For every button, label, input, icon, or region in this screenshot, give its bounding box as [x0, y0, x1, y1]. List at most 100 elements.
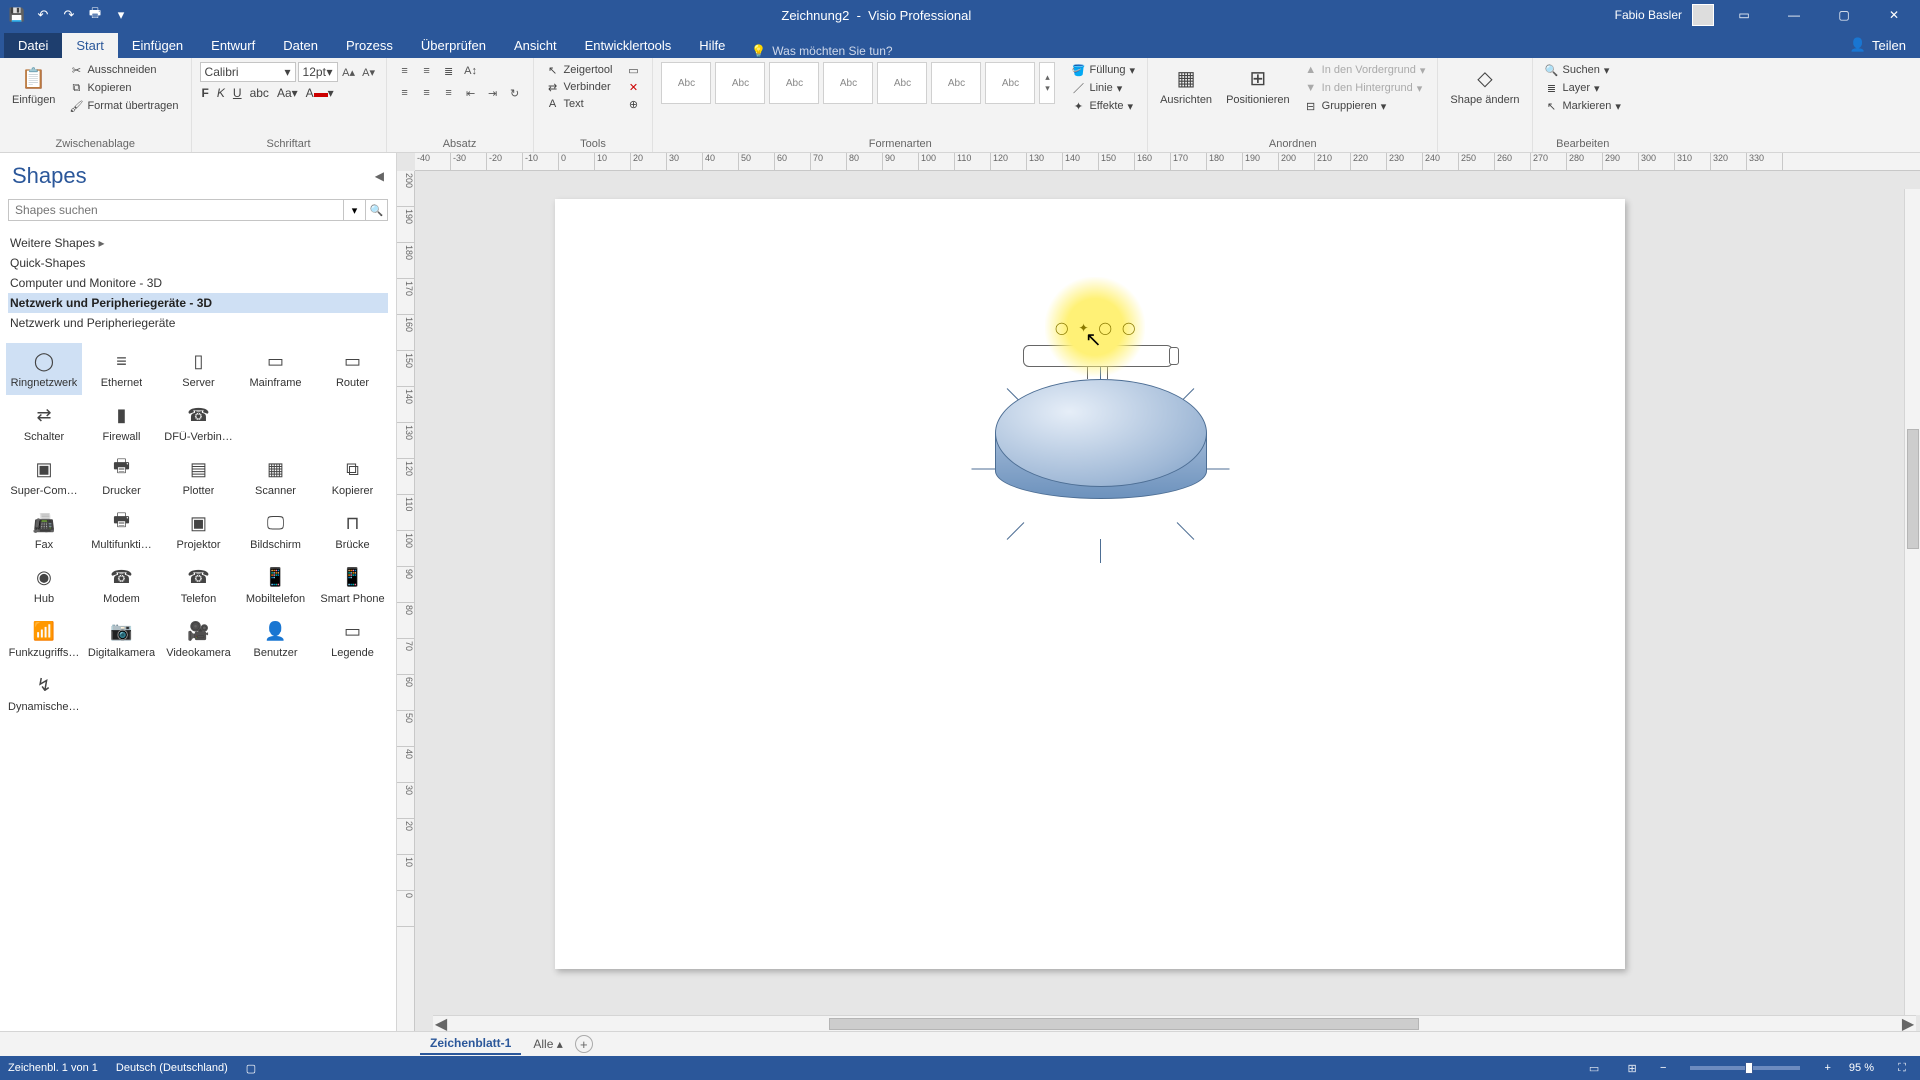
- find-button[interactable]: 🔍Suchen ▾: [1541, 62, 1625, 78]
- shapes-search-input[interactable]: [8, 199, 344, 221]
- font-name-combo[interactable]: Calibri▾: [200, 62, 296, 82]
- macro-record-icon[interactable]: ▢: [246, 1062, 256, 1075]
- shape-cell[interactable]: 📶Funkzugriffs…: [6, 613, 82, 665]
- shape-cell[interactable]: 🎥Videokamera: [161, 613, 236, 665]
- shape-cell[interactable]: ☎Modem: [84, 559, 159, 611]
- style-item[interactable]: Abc: [715, 62, 765, 104]
- send-back-button[interactable]: ▼In den Hintergrund ▾: [1300, 80, 1430, 96]
- increase-indent-button[interactable]: ⇥: [483, 84, 503, 102]
- fit-page-icon[interactable]: ⛶: [1892, 1059, 1912, 1077]
- connector-spoke[interactable]: [1100, 539, 1101, 563]
- shape-cell[interactable]: ▭Mainframe: [238, 343, 313, 395]
- align-top-button[interactable]: ≡: [395, 62, 415, 80]
- align-left-button[interactable]: ≡: [395, 84, 415, 102]
- layer-button[interactable]: ≣Layer ▾: [1541, 80, 1625, 96]
- more-shapes-row[interactable]: Weitere Shapes: [8, 233, 388, 253]
- mini-shape-icon[interactable]: ◯: [1099, 321, 1112, 335]
- hscroll-thumb[interactable]: [829, 1018, 1419, 1030]
- add-sheet-button[interactable]: +: [575, 1035, 593, 1053]
- ring-network-shape[interactable]: [995, 379, 1207, 539]
- pointer-tool-button[interactable]: ↖Zeigertool: [542, 62, 617, 78]
- shape-cell[interactable]: 🖶Multifunkti…: [84, 505, 159, 557]
- shape-cell[interactable]: ◉Hub: [6, 559, 82, 611]
- tab-design[interactable]: Entwurf: [197, 33, 269, 58]
- shape-change-button[interactable]: ◇Shape ändern: [1446, 62, 1523, 108]
- decrease-indent-button[interactable]: ⇤: [461, 84, 481, 102]
- save-icon[interactable]: 💾: [8, 6, 26, 24]
- print-icon[interactable]: 🖶: [86, 6, 104, 24]
- underline-button[interactable]: U: [231, 86, 244, 100]
- search-dropdown-button[interactable]: ▾: [344, 199, 366, 221]
- stencil-row-selected[interactable]: Netzwerk und Peripheriegeräte - 3D: [8, 293, 388, 313]
- horizontal-scrollbar[interactable]: ◀ ▶: [433, 1015, 1916, 1031]
- shape-cell[interactable]: ≡Ethernet: [84, 343, 159, 395]
- delete-connector-button[interactable]: ✕: [622, 79, 644, 95]
- zoom-slider[interactable]: [1690, 1066, 1800, 1070]
- change-case-button[interactable]: Aa▾: [275, 86, 300, 100]
- shape-cell[interactable]: ⇄Schalter: [6, 397, 82, 449]
- connector-tool-button[interactable]: ⇄Verbinder: [542, 79, 617, 95]
- grow-font-button[interactable]: A▴: [340, 63, 358, 81]
- effects-button[interactable]: ✦Effekte ▾: [1067, 98, 1139, 114]
- tab-developer[interactable]: Entwicklertools: [571, 33, 686, 58]
- style-item[interactable]: Abc: [931, 62, 981, 104]
- maximize-button[interactable]: ▢: [1824, 0, 1864, 30]
- zoom-knob[interactable]: [1745, 1062, 1753, 1074]
- vertical-scrollbar[interactable]: [1904, 189, 1920, 1015]
- style-item[interactable]: Abc: [985, 62, 1035, 104]
- close-button[interactable]: ✕: [1874, 0, 1914, 30]
- fill-button[interactable]: 🪣Füllung ▾: [1067, 62, 1139, 78]
- style-item[interactable]: Abc: [661, 62, 711, 104]
- strikethrough-button[interactable]: abc: [248, 86, 271, 100]
- share-button[interactable]: 👤 Teilen: [1836, 32, 1920, 58]
- connection-point-button[interactable]: ⊕: [622, 96, 644, 112]
- stencil-row[interactable]: Quick-Shapes: [8, 253, 388, 273]
- bring-front-button[interactable]: ▲In den Vordergrund ▾: [1300, 62, 1430, 78]
- shape-cell[interactable]: 📱Mobiltelefon: [238, 559, 313, 611]
- align-center-button[interactable]: ≡: [417, 84, 437, 102]
- search-go-button[interactable]: 🔍: [366, 199, 388, 221]
- shape-cell[interactable]: ☎DFÜ-Verbin…: [161, 397, 236, 449]
- router-shape[interactable]: [1023, 345, 1173, 367]
- minimize-button[interactable]: —: [1774, 0, 1814, 30]
- shape-cell[interactable]: ▯Server: [161, 343, 236, 395]
- undo-icon[interactable]: ↶: [34, 6, 52, 24]
- shape-cell[interactable]: ▣Super-Com…: [6, 451, 82, 503]
- align-right-button[interactable]: ≡: [439, 84, 459, 102]
- rotate-text-button[interactable]: ↻: [505, 84, 525, 102]
- tab-view[interactable]: Ansicht: [500, 33, 571, 58]
- shape-cell[interactable]: ☎Telefon: [161, 559, 236, 611]
- style-gallery[interactable]: Abc Abc Abc Abc Abc Abc Abc ▴▾: [661, 62, 1055, 104]
- tab-data[interactable]: Daten: [269, 33, 332, 58]
- language-status[interactable]: Deutsch (Deutschland): [116, 1062, 228, 1074]
- style-item[interactable]: Abc: [877, 62, 927, 104]
- shape-cell[interactable]: ▮Firewall: [84, 397, 159, 449]
- paste-button[interactable]: 📋 Einfügen: [8, 62, 59, 108]
- select-button[interactable]: ↖Markieren ▾: [1541, 98, 1625, 114]
- format-painter-button[interactable]: 🖌Format übertragen: [65, 98, 182, 114]
- zoom-value[interactable]: 95 %: [1849, 1062, 1874, 1074]
- tab-insert[interactable]: Einfügen: [118, 33, 197, 58]
- shrink-font-button[interactable]: A▾: [360, 63, 378, 81]
- style-item[interactable]: Abc: [823, 62, 873, 104]
- shape-cell[interactable]: ▭Legende: [315, 613, 390, 665]
- sheet-all-button[interactable]: Alle ▴: [533, 1037, 562, 1051]
- drawing-page[interactable]: ◯ ✦ ◯ ◯ ↖: [555, 199, 1625, 969]
- tell-me-search[interactable]: 💡 Was möchten Sie tun?: [751, 44, 892, 58]
- mini-shape-icon[interactable]: ◯: [1122, 321, 1135, 335]
- align-middle-button[interactable]: ≡: [417, 62, 437, 80]
- page-width-icon[interactable]: ⊞: [1622, 1059, 1642, 1077]
- font-size-combo[interactable]: 12pt▾: [298, 62, 338, 82]
- vscroll-thumb[interactable]: [1907, 429, 1919, 549]
- font-color-button[interactable]: A▾: [304, 86, 336, 100]
- bold-button[interactable]: F: [200, 86, 211, 100]
- stencil-row[interactable]: Computer und Monitore - 3D: [8, 273, 388, 293]
- connector-spoke[interactable]: [1206, 469, 1230, 470]
- shape-cell[interactable]: 📠Fax: [6, 505, 82, 557]
- scroll-right-icon[interactable]: ▶: [1900, 1016, 1916, 1032]
- rectangle-tool-button[interactable]: ▭: [622, 62, 644, 78]
- text-tool-button[interactable]: AText: [542, 96, 617, 112]
- shape-cell[interactable]: ◯Ringnetzwerk: [6, 343, 82, 395]
- line-button[interactable]: ／Linie ▾: [1067, 80, 1139, 96]
- mini-shape-icon[interactable]: ✦: [1078, 321, 1088, 335]
